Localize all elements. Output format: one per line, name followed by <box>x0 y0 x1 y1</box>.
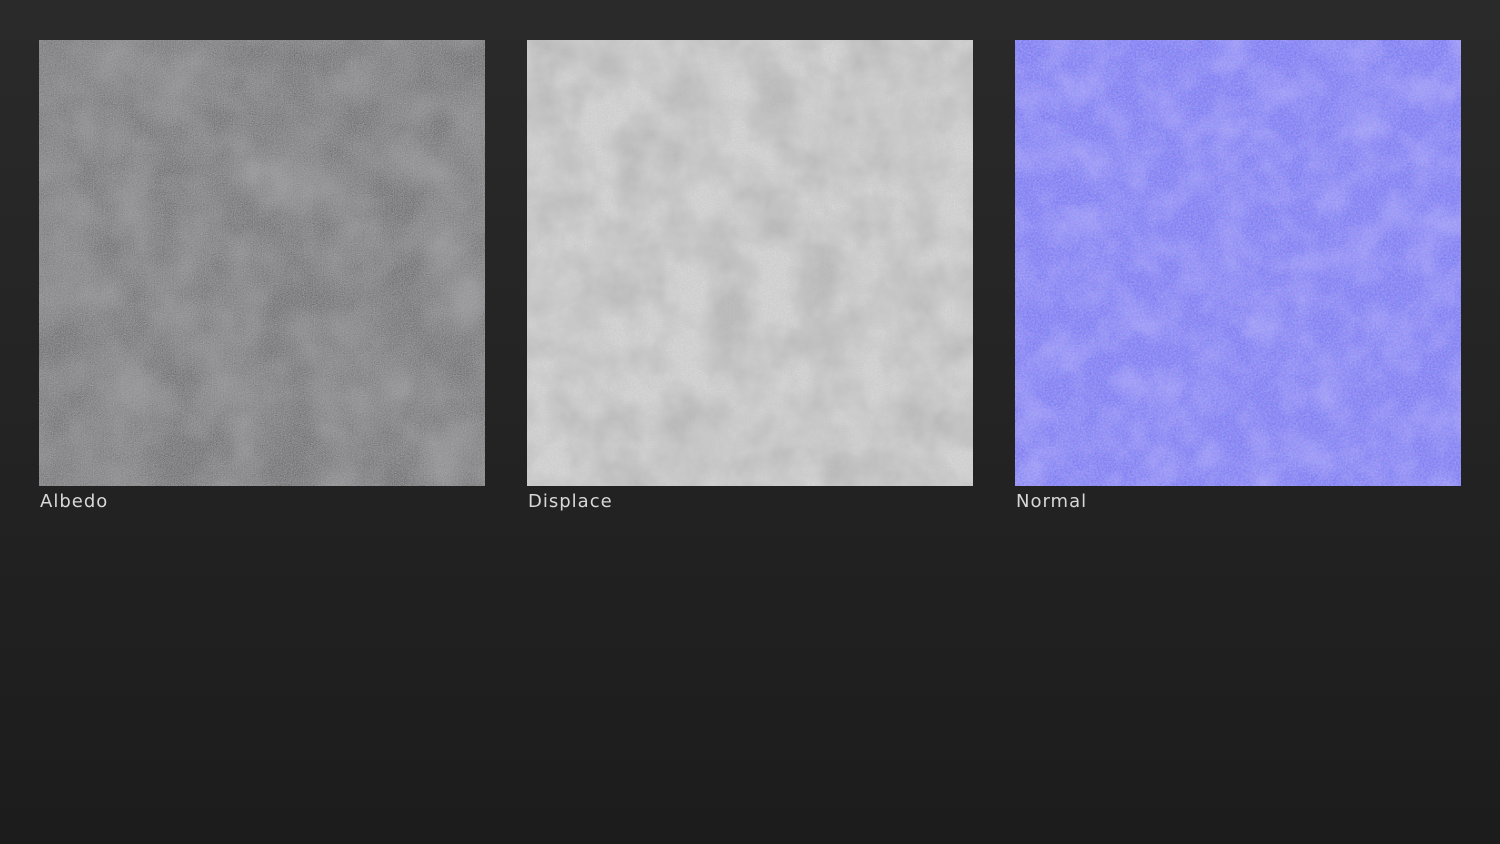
albedo-map-card[interactable]: Albedo <box>39 40 485 513</box>
albedo-label: Albedo <box>40 491 109 512</box>
normal-texture-image[interactable] <box>1015 40 1461 486</box>
normal-map-card[interactable]: Normal <box>1015 40 1461 513</box>
texture-maps-row: Albedo Displace Normal <box>0 0 1500 520</box>
displace-map-card[interactable]: Displace <box>527 40 973 513</box>
displace-texture-image[interactable] <box>527 40 973 486</box>
normal-label: Normal <box>1016 491 1088 512</box>
albedo-texture-image[interactable] <box>39 40 485 486</box>
displace-label: Displace <box>528 491 613 512</box>
